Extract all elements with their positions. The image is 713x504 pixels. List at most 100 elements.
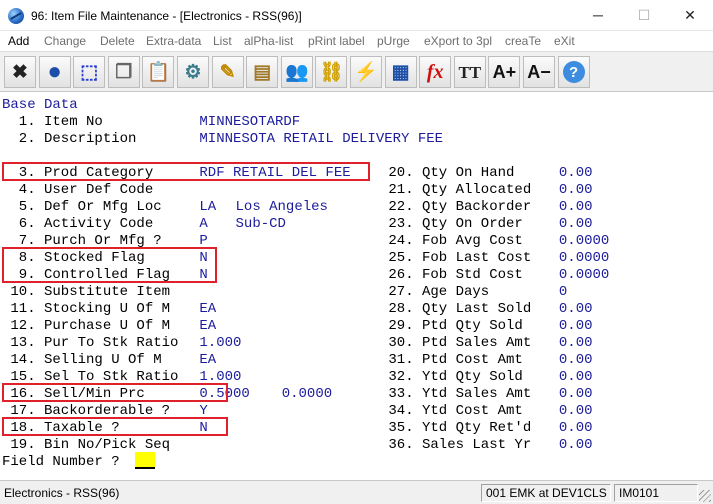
window-title: 96: Item File Maintenance - [Electronics… (31, 9, 302, 23)
field-label: 23. Qty On Order (388, 216, 523, 232)
menu-purge[interactable]: pUrge (377, 34, 410, 48)
highlight-prod-category (2, 162, 370, 181)
field-label: 31. Ptd Cost Amt (388, 352, 523, 368)
menu-add[interactable]: Add (8, 34, 29, 48)
field-label: 27. Age Days (388, 284, 490, 300)
field-value: 0.00 (558, 335, 593, 351)
field-value: MINNESOTA RETAIL DELIVERY FEE (199, 131, 444, 147)
field-extra-value: 0.0000 (281, 386, 333, 402)
copy-icon: ❐ (115, 61, 133, 83)
field-value: EA (199, 301, 217, 317)
field-number-prompt: Field Number ? (2, 454, 120, 470)
maximize-button[interactable]: ☐ (621, 0, 667, 30)
minimize-button[interactable]: ─ (575, 0, 621, 30)
field-label: 32. Ytd Qty Sold (388, 369, 523, 385)
field-label: 34. Ytd Cost Amt (388, 403, 523, 419)
notepad-icon: ▤ (253, 61, 272, 83)
close-x-icon: ✖ (12, 61, 28, 83)
field-label: 25. Fob Last Cost (388, 250, 532, 266)
highlight-stocked-controlled (2, 247, 217, 283)
field-value: 0.00 (558, 216, 593, 232)
help-icon: ? (562, 61, 585, 83)
toolbar-button-font-increase[interactable]: A+ (488, 56, 521, 88)
users-icon: 👥 (284, 61, 309, 83)
toolbar-button-link-chain[interactable]: ⛓ (315, 56, 348, 88)
field-label: 13. Pur To Stk Ratio (2, 335, 179, 351)
status-bar: Electronics - RSS(96) 001 EMK at DEV1CLS… (0, 480, 713, 504)
lightning-icon: ⚡ (354, 61, 378, 83)
calendar-icon: ▦ (391, 61, 410, 83)
menu-list[interactable]: List (213, 34, 232, 48)
toolbar-button-lightning[interactable]: ⚡ (350, 56, 382, 88)
field-label: 20. Qty On Hand (388, 165, 515, 181)
toolbar-button-function-fx[interactable]: fx (419, 56, 452, 88)
field-extra-value: Los Angeles (235, 199, 328, 215)
menu-create[interactable]: creaTe (505, 34, 541, 48)
field-value: MINNESOTARDF (199, 114, 301, 130)
field-extra-value: Sub-CD (235, 216, 286, 232)
field-label: 35. Ytd Qty Ret'd (388, 420, 532, 436)
field-label: 33. Ytd Sales Amt (388, 386, 532, 402)
select-box-icon: ⬚ (80, 61, 99, 83)
menu-exit[interactable]: eXit (554, 34, 575, 48)
field-value: 0.00 (558, 182, 593, 198)
text-style-icon: TT (458, 62, 482, 82)
highlight-sell-min-price (2, 383, 228, 402)
toolbar-button-paste[interactable]: 📋 (142, 56, 175, 88)
field-value: 0.00 (558, 301, 593, 317)
field-label: 10. Substitute Item (2, 284, 171, 300)
toolbar-button-copy[interactable]: ❐ (107, 56, 140, 88)
toolbar-button-users[interactable]: 👥 (280, 56, 313, 88)
field-value: 0.00 (558, 165, 593, 181)
field-label: 24. Fob Avg Cost (388, 233, 523, 249)
field-value: 0.0000 (558, 267, 610, 283)
menu-extra-data[interactable]: Extra-data (146, 34, 201, 48)
toolbar-button-notepad[interactable]: ▤ (246, 56, 279, 88)
menu-alpha-list[interactable]: alPha-list (244, 34, 293, 48)
menu-change[interactable]: Change (44, 34, 86, 48)
close-window-button[interactable]: ✕ (667, 0, 713, 30)
toolbar-button-settings-gear[interactable]: ⚙ (177, 56, 209, 88)
section-title: Base Data (2, 97, 78, 113)
field-value: 0.00 (558, 352, 593, 368)
toolbar-button-text-style[interactable]: TT (453, 56, 486, 88)
toolbar-button-edit-pencil[interactable]: ✎ (211, 56, 244, 88)
field-label: 4. User Def Code (2, 182, 154, 198)
field-number-input[interactable] (135, 452, 155, 469)
toolbar-button-font-decrease[interactable]: A− (523, 56, 555, 88)
field-label: 12. Purchase U Of M (2, 318, 171, 334)
field-label: 2. Description (2, 131, 137, 147)
font-decrease-icon: A− (527, 62, 551, 82)
field-value: 0.00 (558, 199, 593, 215)
field-value: EA (199, 352, 217, 368)
field-value: 0.00 (558, 420, 593, 436)
item-maintenance-screen: Base Data 1. Item No MINNESOTARDF 2. Desc… (0, 93, 713, 480)
field-label: 5. Def Or Mfg Loc (2, 199, 162, 215)
toolbar-button-close-x[interactable]: ✖ (4, 56, 36, 88)
status-user: 001 EMK at DEV1CLS (481, 484, 611, 502)
toolbar-button-select-box[interactable]: ⬚ (73, 56, 106, 88)
field-value: 0.00 (558, 437, 593, 453)
resize-grip-icon[interactable] (699, 490, 711, 502)
field-value: 1.000 (199, 335, 242, 351)
field-label: 11. Stocking U Of M (2, 301, 171, 317)
field-value: LA (199, 199, 217, 215)
edit-pencil-icon: ✎ (219, 61, 236, 83)
menu-delete[interactable]: Delete (100, 34, 135, 48)
toolbar-button-calendar[interactable]: ▦ (384, 56, 417, 88)
field-value: 0.00 (558, 386, 593, 402)
field-label: 22. Qty Backorder (388, 199, 532, 215)
highlight-taxable (2, 417, 228, 436)
field-label: 14. Selling U Of M (2, 352, 162, 368)
font-increase-icon: A+ (492, 62, 517, 82)
field-value: 0.00 (558, 369, 593, 385)
toolbar-button-globe[interactable]: ● (38, 56, 71, 88)
globe-icon: ● (47, 58, 62, 85)
toolbar-button-help[interactable]: ? (557, 56, 590, 88)
field-label: 36. Sales Last Yr (388, 437, 532, 453)
field-label: 1. Item No (2, 114, 103, 130)
menu-export-3pl[interactable]: eXport to 3pl (424, 34, 492, 48)
settings-gear-icon: ⚙ (184, 61, 202, 83)
menu-print-label[interactable]: pRint label (308, 34, 365, 48)
status-screen-id: IM0101 (614, 484, 698, 502)
